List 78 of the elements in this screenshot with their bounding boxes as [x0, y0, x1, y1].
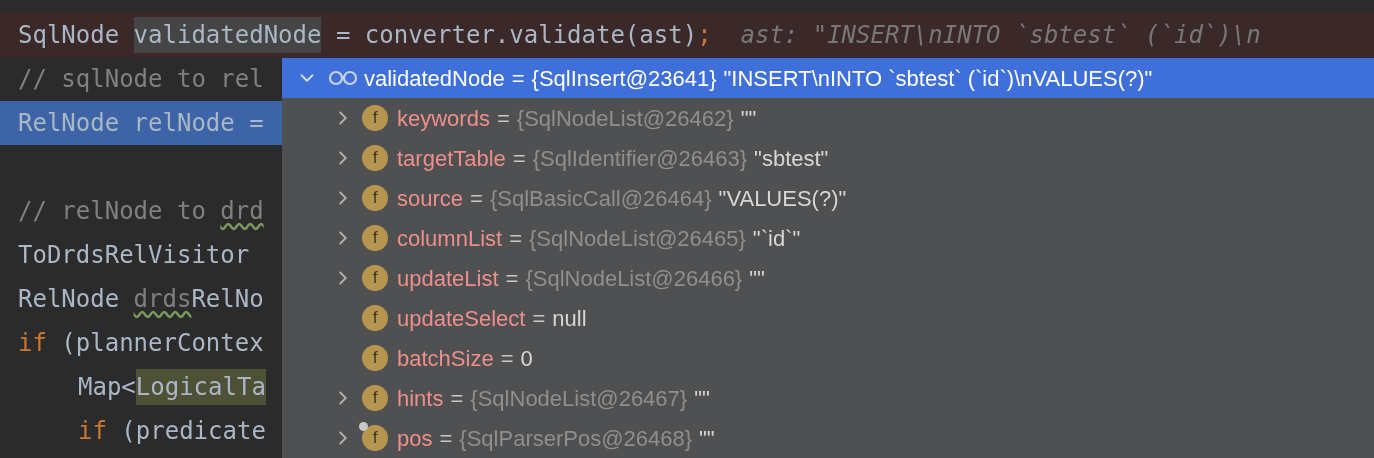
equals-sign: = [439, 424, 453, 453]
object-reference: {SqlNodeList@26462} [516, 104, 734, 133]
field-name: targetTable [397, 144, 506, 173]
marker-icon [359, 422, 368, 431]
object-reference: {SqlInsert@23641} [531, 64, 717, 93]
code-token: RelNo [191, 284, 264, 315]
code-token: drd [220, 196, 264, 227]
field-badge: f [362, 265, 388, 291]
field-badge: f [362, 225, 388, 251]
code-token: (plannerContex [60, 328, 264, 359]
tree-row[interactable]: f pos = {SqlParserPos@26468} "" [282, 418, 1374, 458]
equals-sign: = [470, 184, 483, 213]
field-name: hints [397, 384, 444, 413]
code-token: if [78, 416, 107, 447]
equals-sign: = [500, 344, 514, 373]
field-badge: f [362, 185, 388, 211]
tree-row[interactable]: f targetTable = {SqlIdentifier@26463} "sbtest" [282, 138, 1374, 178]
field-badge: f [362, 105, 388, 131]
field-badge: f [362, 425, 388, 451]
equals-sign: = [496, 104, 510, 133]
object-reference: {SqlNodeList@26466} [525, 264, 743, 293]
equals-sign: = [505, 264, 519, 293]
tree-row[interactable]: validatedNode = {SqlInsert@23641} "INSERT\nINTO `sbtest` (`id`)\nVALUES(?)" [282, 58, 1374, 98]
field-badge: f [362, 145, 388, 171]
equals-sign: = [512, 144, 526, 173]
code-token: = converter.validate(ast) [334, 20, 698, 51]
equals-sign: = [450, 384, 464, 413]
glasses-icon [328, 70, 358, 86]
field-value: 0 [520, 344, 533, 373]
tree-row[interactable]: f source = {SqlBasicCall@26464} "VALUES(?)" [282, 178, 1374, 218]
object-reference: {SqlNodeList@26465} [529, 224, 746, 253]
field-name: columnList [397, 224, 503, 253]
code-token: Map< [78, 372, 136, 403]
tree-row[interactable]: f batchSize = 0 [282, 338, 1374, 378]
field-name: keywords [397, 104, 490, 133]
equals-sign: = [532, 304, 546, 333]
object-reference: {SqlBasicCall@26464} [489, 184, 712, 213]
code-token: RelNode relNode = [18, 108, 264, 139]
field-value: "" [694, 384, 710, 413]
field-badge: f [362, 385, 388, 411]
object-reference: {SqlNodeList@26467} [470, 384, 688, 413]
object-reference: {SqlIdentifier@26463} [532, 144, 748, 173]
code-token: drds [133, 284, 192, 315]
tree-row[interactable]: f hints = {SqlNodeList@26467} "" [282, 378, 1374, 418]
tree-row[interactable]: f updateList = {SqlNodeList@26466} "" [282, 258, 1374, 298]
tree-row[interactable]: f columnList = {SqlNodeList@26465} "`id`" [282, 218, 1374, 258]
code-token: // sqlNode to rel [18, 64, 264, 95]
field-name: updateSelect [397, 304, 526, 333]
field-value: "" [740, 104, 757, 133]
code-token: ; [697, 20, 712, 51]
object-reference: {SqlParserPos@26468} [459, 424, 693, 453]
code-token: // relNode to [18, 196, 207, 227]
code-token: LogicalTa [135, 369, 266, 405]
tree-row[interactable]: f keywords = {SqlNodeList@26462} "" [282, 98, 1374, 138]
field-value: "" [699, 424, 715, 453]
code-token: RelNode [18, 284, 121, 315]
field-value: "`id`" [752, 224, 801, 253]
field-badge: f [362, 345, 388, 371]
field-name: updateList [397, 264, 499, 293]
inline-value-hint: ast: "INSERT\nINTO `sbtest` (`id`)\n [739, 20, 1261, 51]
code-token: (predicate [120, 416, 266, 447]
field-name: source [397, 184, 464, 213]
variable-value: "INSERT\nINTO `sbtest` (`id`)\nVALUES(?)" [723, 64, 1153, 93]
field-name: batchSize [397, 344, 494, 373]
equals-sign: = [511, 64, 525, 93]
equals-sign: = [509, 224, 522, 253]
code-token: ToDrdsRelVisitor [18, 240, 250, 271]
code-token: if [18, 328, 47, 359]
field-value: "VALUES(?)" [718, 184, 847, 213]
field-name: pos [397, 424, 433, 453]
code-token: SqlNode [18, 20, 121, 51]
variable-name: validatedNode [364, 64, 505, 93]
field-value: "" [749, 264, 765, 293]
tree-row[interactable]: f updateSelect = null [282, 298, 1374, 338]
field-value: "sbtest" [754, 144, 829, 173]
field-badge: f [362, 305, 388, 331]
code-token: validatedNode [133, 17, 322, 53]
field-value: null [552, 304, 587, 333]
